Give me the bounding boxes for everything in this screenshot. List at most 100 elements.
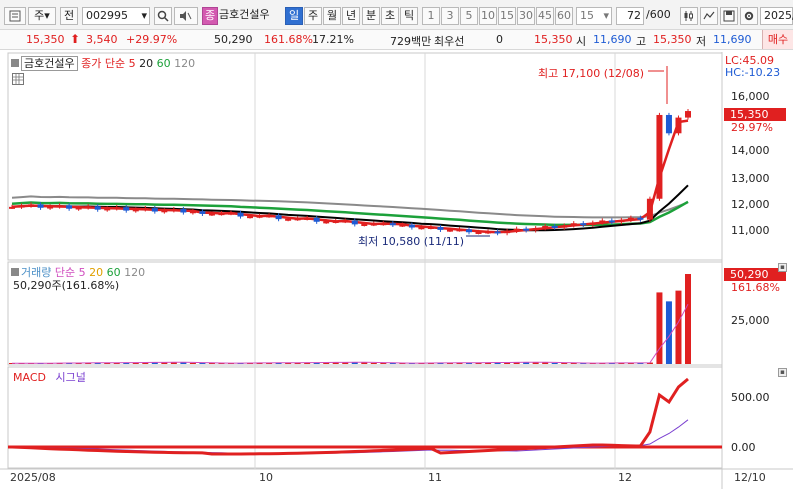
candle-body — [446, 229, 453, 232]
priority-value: 0 — [496, 33, 503, 46]
candle-body — [685, 111, 691, 118]
macd-tick-500: 500.00 — [731, 391, 770, 404]
legend-ma5[interactable]: 5 — [129, 57, 136, 70]
priority-label: 최우선 — [434, 35, 465, 48]
candle-body — [456, 229, 463, 232]
period-week[interactable]: 주 — [304, 7, 322, 25]
legend-close-series[interactable]: 종가 단순 — [81, 57, 125, 70]
x-label-10: 10 — [259, 471, 273, 484]
volume-bar — [656, 292, 663, 364]
candle-body — [351, 220, 358, 225]
legend-ma60[interactable]: 60 — [157, 57, 171, 70]
candle-body — [170, 209, 177, 212]
high-annotation: 최고 17,100 (12/08) — [538, 67, 645, 80]
volume-last-pct: 161.68% — [731, 281, 780, 294]
stock-type-badge: 종 — [202, 7, 218, 25]
candle-body — [18, 205, 25, 208]
candle-body — [132, 209, 139, 212]
low-price: 11,690 — [713, 33, 752, 46]
gear-icon[interactable] — [740, 7, 758, 25]
candle-body — [342, 220, 349, 223]
minute-1[interactable]: 1 — [422, 7, 440, 25]
legend-ma120[interactable]: 120 — [174, 57, 195, 70]
candle-body — [399, 224, 406, 227]
candle-body — [561, 225, 568, 228]
candle-body — [408, 224, 415, 228]
stock-code-input[interactable]: 002995 ▾ — [82, 7, 150, 25]
candle-body — [285, 218, 292, 221]
candle-body — [485, 231, 492, 234]
count-total: /600 — [646, 8, 671, 21]
stock-code-value: 002995 — [86, 9, 128, 22]
volume-value: 50,290 — [214, 33, 253, 46]
candle-body — [389, 223, 396, 226]
market-select[interactable]: 주▾ — [28, 7, 56, 25]
minute-3[interactable]: 3 — [441, 7, 459, 25]
minute-60[interactable]: 60 — [555, 7, 573, 25]
save-icon[interactable] — [720, 7, 738, 25]
legend-vma120[interactable]: 120 — [124, 266, 145, 279]
period-month[interactable]: 월 — [323, 7, 341, 25]
code-dropdown-icon: ▾ — [141, 9, 147, 22]
minute-30[interactable]: 30 — [517, 7, 535, 25]
minute-10[interactable]: 10 — [479, 7, 497, 25]
volume-panel-close-icon[interactable]: ▪ — [778, 263, 787, 272]
legend-stock-name[interactable]: 금호건설우 — [21, 56, 78, 71]
legend-ma20[interactable]: 20 — [139, 57, 153, 70]
candle-body — [380, 223, 387, 226]
candle-body — [275, 215, 282, 220]
date-input[interactable]: 2025/ — [760, 7, 793, 25]
volume-last-tag: 50,290 — [724, 268, 786, 281]
candle-body — [104, 208, 111, 211]
candle-body — [247, 216, 254, 219]
period-day[interactable]: 일 — [285, 7, 303, 25]
tab-all[interactable]: 전 — [60, 7, 78, 25]
minute-45[interactable]: 45 — [536, 7, 554, 25]
macd-panel-close-icon[interactable]: ▪ — [778, 368, 787, 377]
candle-body — [637, 217, 644, 220]
menu-icon[interactable] — [4, 7, 26, 25]
interval-select[interactable]: 15 ▾ — [576, 7, 612, 25]
current-price: 15,350 — [26, 33, 65, 46]
chart-area[interactable]: 금호건설우 종가 단순 5 20 60 120 최고 17,100 (12/08… — [0, 52, 793, 489]
minute-15[interactable]: 15 — [498, 7, 516, 25]
market-label: 주 — [34, 9, 45, 22]
buy-button[interactable]: 매수 — [762, 30, 793, 49]
period-second[interactable]: 초 — [381, 7, 399, 25]
interval-dropdown-icon: ▾ — [603, 9, 609, 22]
signal-line — [11, 419, 689, 455]
legend-macd[interactable]: MACD — [13, 371, 46, 384]
volume-ratio: 161.68% — [264, 33, 313, 46]
search-icon[interactable] — [154, 7, 172, 25]
period-minute[interactable]: 분 — [362, 7, 380, 25]
price-tick-14000: 14,000 — [731, 144, 770, 157]
macd-legend: MACD 시그널 — [13, 369, 86, 385]
indicator-icon[interactable] — [700, 7, 718, 25]
candle-body — [589, 222, 596, 225]
candle-body — [427, 227, 434, 230]
candle-body — [627, 217, 634, 220]
volume-bar — [199, 363, 206, 364]
candle-body — [199, 211, 206, 214]
volume-bar — [685, 274, 691, 364]
candle-body — [323, 221, 330, 224]
candle-type-icon[interactable] — [680, 7, 698, 25]
candle-body — [599, 220, 606, 223]
period-year[interactable]: 년 — [342, 7, 360, 25]
speaker-icon[interactable] — [174, 7, 198, 25]
candle-body — [113, 207, 120, 210]
count-input[interactable]: 72 — [616, 7, 644, 25]
last-price-tag: 15,350 — [724, 108, 786, 121]
candle-body — [208, 213, 215, 216]
legend-signal[interactable]: 시그널 — [55, 371, 85, 384]
candle-body — [542, 225, 549, 229]
period-tick[interactable]: 틱 — [400, 7, 418, 25]
candle-body — [56, 205, 63, 208]
candle-body — [523, 228, 530, 231]
minute-5[interactable]: 5 — [460, 7, 478, 25]
candle-body — [608, 220, 615, 223]
x-label-12-10: 12/10 — [734, 471, 766, 484]
candle-body — [151, 208, 158, 212]
grid-toggle-icon[interactable] — [12, 73, 24, 85]
ma5-line — [11, 119, 689, 234]
